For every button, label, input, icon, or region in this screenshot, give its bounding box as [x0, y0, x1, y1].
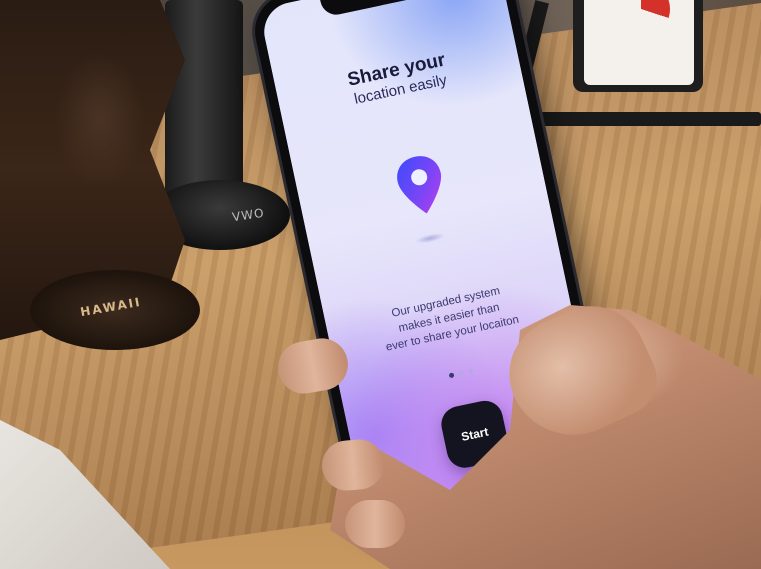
page-dot[interactable] — [467, 368, 474, 375]
finger — [345, 500, 405, 548]
page-dot-active[interactable] — [448, 372, 455, 379]
phone-notch — [319, 0, 442, 18]
page-indicator — [443, 367, 479, 380]
pin-shadow — [414, 231, 446, 246]
lamp-post — [165, 0, 243, 210]
map-pin-icon — [397, 156, 441, 214]
page-dot[interactable] — [457, 370, 464, 377]
